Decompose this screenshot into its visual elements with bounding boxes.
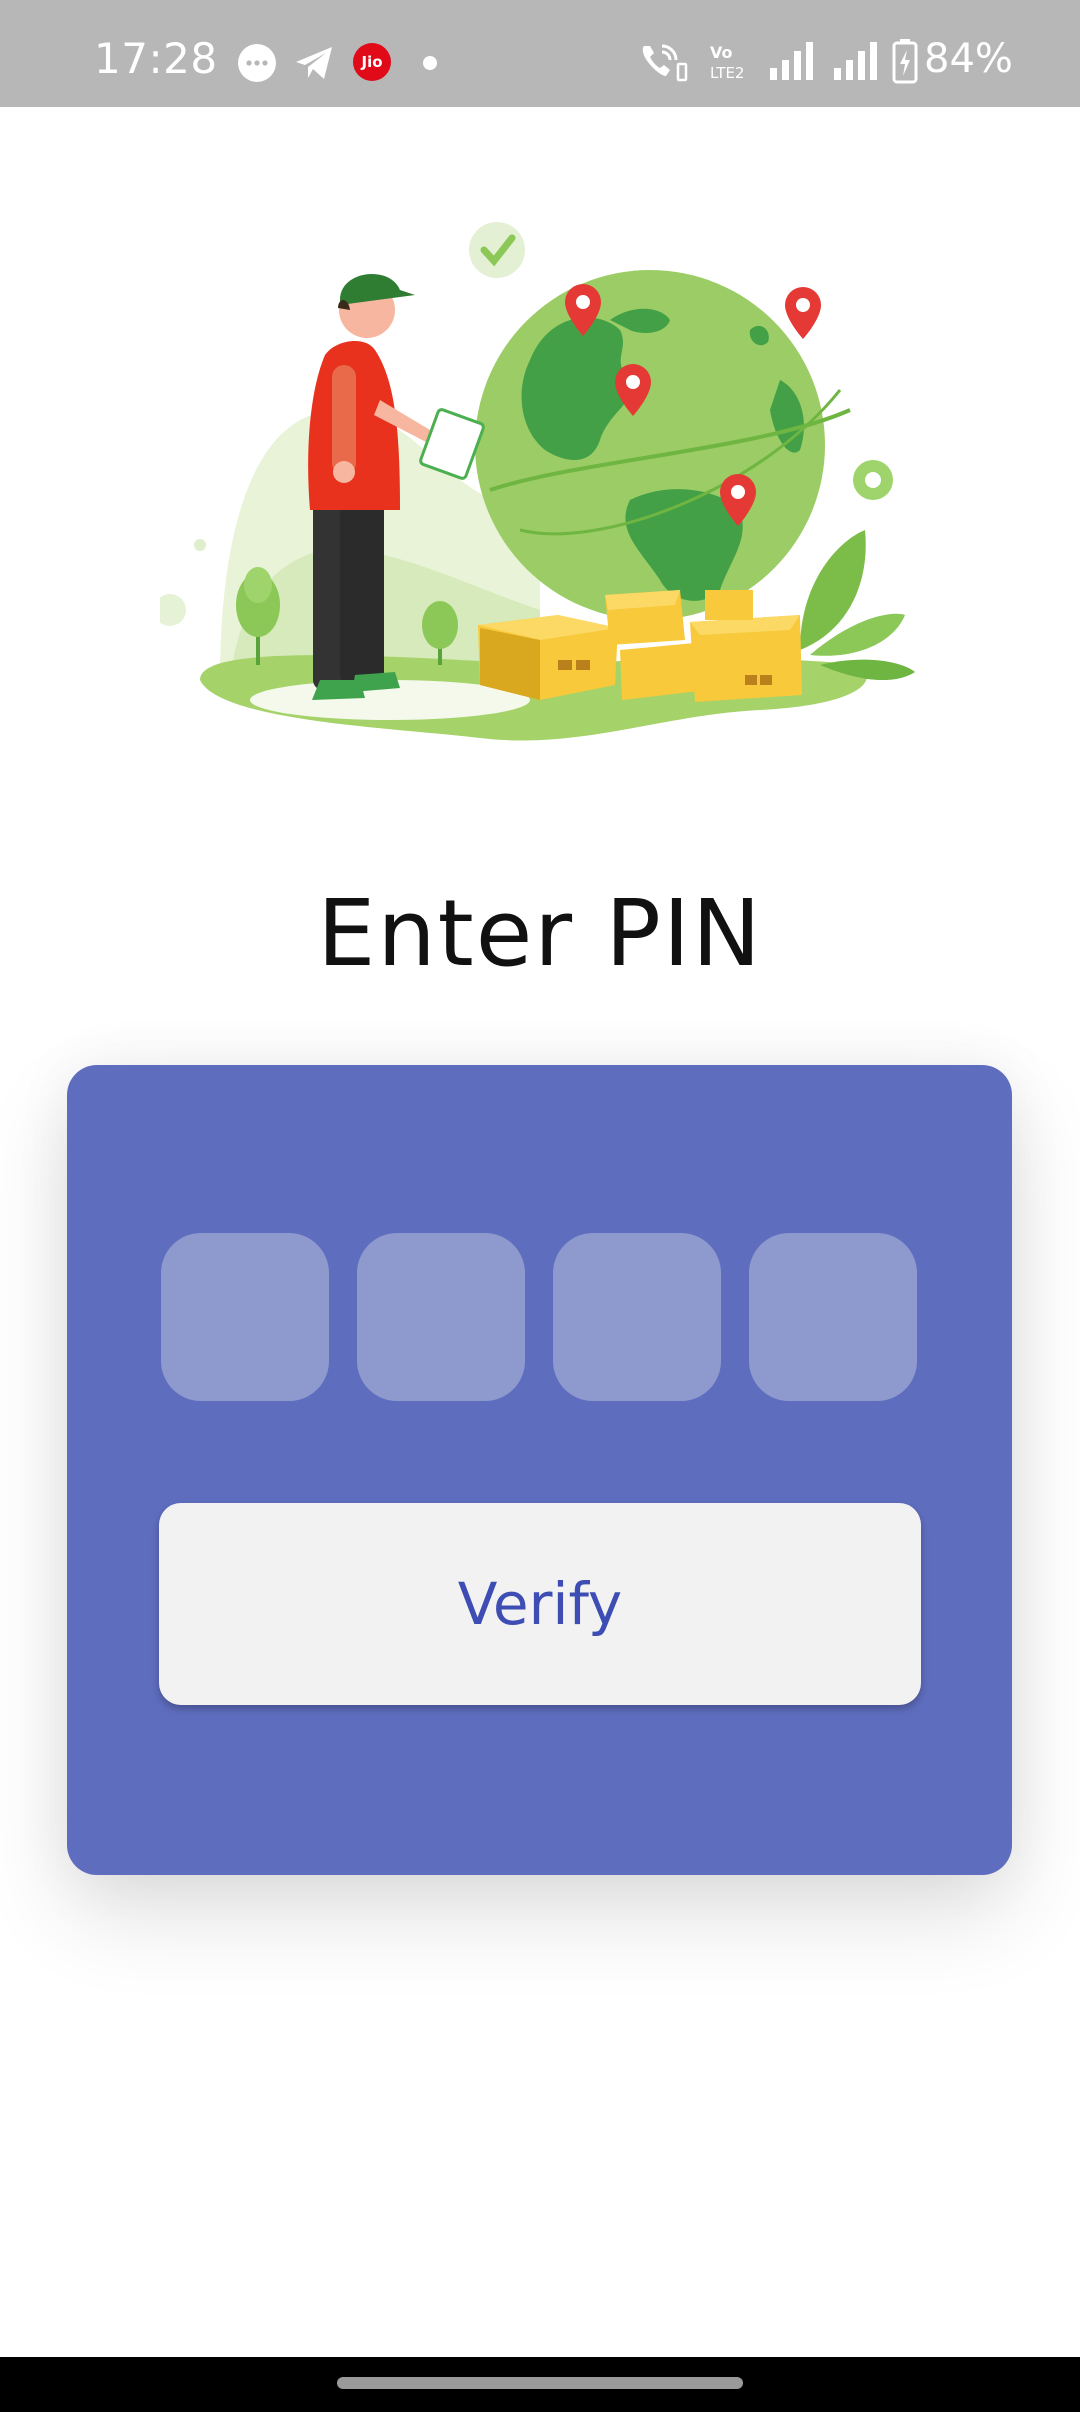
page-title: Enter PIN [317,880,763,987]
pin-input-row [161,1233,917,1401]
parcel-box-icon [478,615,618,700]
pin-screen: 17:28 Jio Vo LTE2 84% Enter PIN Verify [0,0,1080,2412]
telegram-icon [296,47,332,79]
jio-icon: Jio [353,43,391,81]
navigation-bar [0,2357,1080,2412]
chat-bubble-icon [238,44,276,82]
delivery-globe-illustration [160,222,915,741]
battery-percent: 84% [924,36,1013,82]
svg-text:LTE2: LTE2 [710,64,744,82]
svg-text:Vo: Vo [710,43,733,62]
dot-icon [423,56,437,70]
wifi-call-icon [642,44,688,82]
status-bar: 17:28 Jio Vo LTE2 84% [0,0,1080,107]
pin-digit-3[interactable] [553,1233,721,1401]
status-time: 17:28 [94,34,218,83]
signal-icon [834,42,877,80]
pin-digit-4[interactable] [749,1233,917,1401]
pin-digit-2[interactable] [357,1233,525,1401]
home-indicator[interactable] [337,2377,743,2389]
signal-icon [770,42,813,80]
pin-digit-1[interactable] [161,1233,329,1401]
volte-icon: Vo LTE2 [710,43,744,82]
battery-icon [892,39,918,84]
pin-card: Verify [67,1065,1012,1875]
verify-button[interactable]: Verify [159,1503,921,1705]
